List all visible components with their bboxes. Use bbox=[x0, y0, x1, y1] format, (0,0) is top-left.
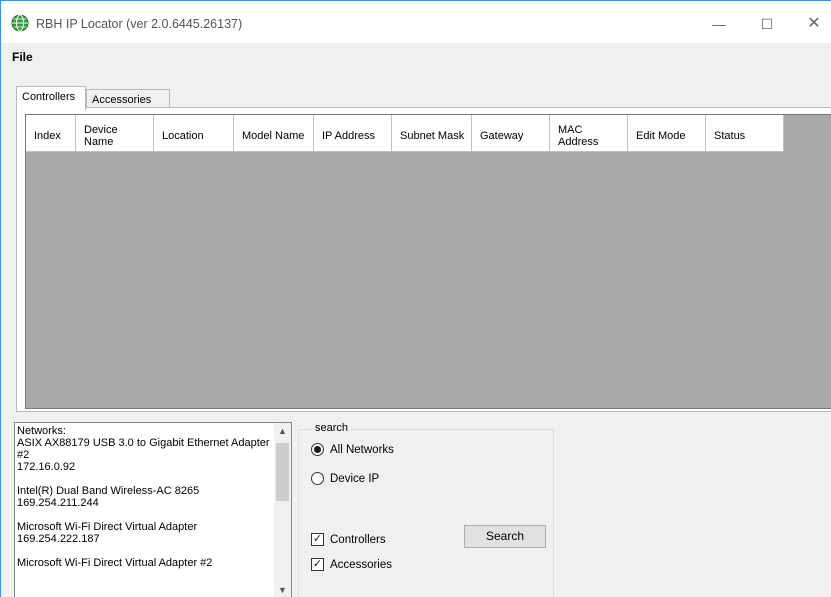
globe-icon bbox=[11, 14, 29, 32]
column-header-status[interactable]: Status bbox=[706, 115, 784, 152]
chevron-up-icon[interactable]: ▲ bbox=[274, 423, 291, 440]
menu-file[interactable]: File bbox=[12, 50, 33, 64]
chevron-down-icon[interactable]: ▼ bbox=[274, 582, 291, 597]
checkbox-accessories-label: Accessories bbox=[330, 558, 392, 571]
column-header-edit-mode[interactable]: Edit Mode bbox=[628, 115, 706, 152]
search-group-legend: search bbox=[313, 422, 351, 434]
window-title: RBH IP Locator (ver 2.0.6445.26137) bbox=[36, 17, 243, 31]
radio-selected-icon[interactable] bbox=[311, 443, 324, 456]
menu-bar: File bbox=[1, 43, 831, 71]
controllers-grid[interactable]: Index Device Name Location Model Name IP… bbox=[25, 114, 831, 409]
radio-all-networks[interactable]: All Networks bbox=[311, 443, 394, 456]
title-bar[interactable]: RBH IP Locator (ver 2.0.6445.26137) — ☐ … bbox=[1, 1, 831, 43]
column-header-model-name[interactable]: Model Name bbox=[234, 115, 314, 152]
checkmark-icon[interactable]: ✓ bbox=[311, 558, 324, 571]
column-header-index[interactable]: Index bbox=[26, 115, 76, 152]
scroll-thumb[interactable] bbox=[276, 443, 289, 501]
column-header-subnet-mask[interactable]: Subnet Mask bbox=[392, 115, 472, 152]
column-header-ip-address[interactable]: IP Address bbox=[314, 115, 392, 152]
close-button[interactable]: ✕ bbox=[794, 9, 831, 39]
grid-header: Index Device Name Location Model Name IP… bbox=[26, 115, 784, 152]
checkbox-controllers-label: Controllers bbox=[330, 533, 386, 546]
networks-scrollbar[interactable]: ▲ ▼ bbox=[274, 423, 291, 597]
networks-list[interactable]: Networks: ASIX AX88179 USB 3.0 to Gigabi… bbox=[14, 422, 292, 597]
checkbox-controllers[interactable]: ✓ Controllers bbox=[311, 533, 386, 546]
column-header-device-name[interactable]: Device Name bbox=[76, 115, 154, 152]
radio-device-ip-label: Device IP bbox=[330, 472, 380, 485]
column-header-location[interactable]: Location bbox=[154, 115, 234, 152]
networks-text: Networks: ASIX AX88179 USB 3.0 to Gigabi… bbox=[17, 425, 270, 569]
minimize-button[interactable]: — bbox=[699, 9, 739, 39]
radio-device-ip[interactable]: Device IP bbox=[311, 472, 379, 485]
column-header-gateway[interactable]: Gateway bbox=[472, 115, 550, 152]
app-window: RBH IP Locator (ver 2.0.6445.26137) — ☐ … bbox=[0, 0, 831, 597]
radio-unselected-icon[interactable] bbox=[311, 472, 324, 485]
controllers-panel: Index Device Name Location Model Name IP… bbox=[16, 107, 831, 412]
maximize-button[interactable]: ☐ bbox=[747, 9, 787, 39]
checkmark-icon[interactable]: ✓ bbox=[311, 533, 324, 546]
radio-all-networks-label: All Networks bbox=[330, 443, 394, 456]
tab-controllers[interactable]: Controllers bbox=[16, 86, 86, 110]
column-header-mac-address[interactable]: MAC Address bbox=[550, 115, 628, 152]
search-button[interactable]: Search bbox=[464, 525, 546, 548]
checkbox-accessories[interactable]: ✓ Accessories bbox=[311, 558, 392, 571]
